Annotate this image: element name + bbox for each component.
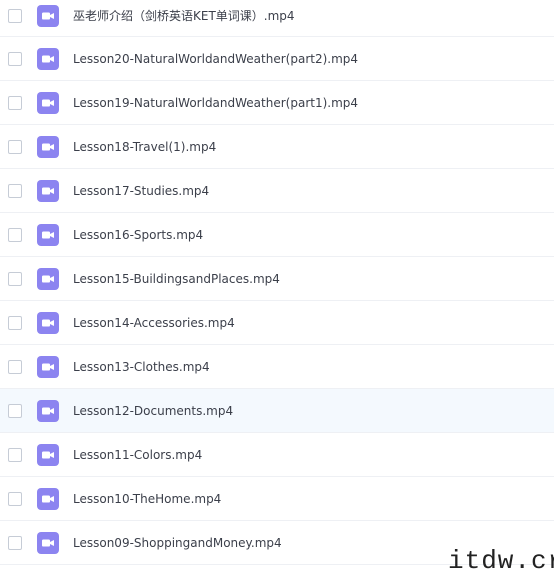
checkbox[interactable] [8, 491, 22, 506]
file-row[interactable]: Lesson18-Travel(1).mp4 [0, 125, 554, 169]
file-name[interactable]: Lesson15-BuildingsandPlaces.mp4 [73, 270, 280, 288]
checkbox[interactable] [8, 51, 22, 66]
file-row[interactable]: 巫老师介绍（剑桥英语KET单词课）.mp4 [0, 0, 554, 37]
video-file-icon [37, 399, 59, 422]
file-row[interactable]: Lesson20-NaturalWorldandWeather(part2).m… [0, 37, 554, 81]
checkbox[interactable] [8, 271, 22, 286]
file-name[interactable]: Lesson18-Travel(1).mp4 [73, 138, 216, 156]
video-file-icon [37, 443, 59, 466]
file-name[interactable]: Lesson16-Sports.mp4 [73, 226, 203, 244]
checkbox[interactable] [8, 447, 22, 462]
file-row-hovered[interactable]: Lesson12-Documents.mp4 [0, 389, 554, 433]
file-name[interactable]: Lesson14-Accessories.mp4 [73, 314, 235, 332]
file-name[interactable]: Lesson10-TheHome.mp4 [73, 490, 221, 508]
file-row[interactable]: Lesson14-Accessories.mp4 [0, 301, 554, 345]
file-row[interactable]: Lesson10-TheHome.mp4 [0, 477, 554, 521]
video-file-icon [37, 223, 59, 246]
file-row[interactable]: Lesson11-Colors.mp4 [0, 433, 554, 477]
video-file-icon [37, 47, 59, 70]
file-name[interactable]: Lesson19-NaturalWorldandWeather(part1).m… [73, 94, 358, 112]
file-name[interactable]: Lesson17-Studies.mp4 [73, 182, 209, 200]
checkbox[interactable] [8, 535, 22, 550]
file-name[interactable]: Lesson13-Clothes.mp4 [73, 358, 210, 376]
file-row[interactable]: Lesson16-Sports.mp4 [0, 213, 554, 257]
file-row[interactable]: Lesson13-Clothes.mp4 [0, 345, 554, 389]
video-file-icon [37, 311, 59, 334]
file-name[interactable]: Lesson11-Colors.mp4 [73, 446, 202, 464]
video-file-icon [37, 487, 59, 510]
video-file-icon [37, 135, 59, 158]
checkbox[interactable] [8, 315, 22, 330]
file-name[interactable]: Lesson12-Documents.mp4 [73, 402, 233, 420]
file-row[interactable]: Lesson15-BuildingsandPlaces.mp4 [0, 257, 554, 301]
video-file-icon [37, 179, 59, 202]
video-file-icon [37, 355, 59, 378]
file-name[interactable]: Lesson20-NaturalWorldandWeather(part2).m… [73, 50, 358, 68]
file-list: 巫老师介绍（剑桥英语KET单词课）.mp4 Lesson20-NaturalWo… [0, 0, 554, 565]
checkbox[interactable] [8, 139, 22, 154]
checkbox[interactable] [8, 403, 22, 418]
video-file-icon [37, 531, 59, 554]
file-name[interactable]: 巫老师介绍（剑桥英语KET单词课）.mp4 [73, 7, 295, 25]
file-row[interactable]: Lesson17-Studies.mp4 [0, 169, 554, 213]
video-file-icon [37, 267, 59, 290]
video-file-icon [37, 91, 59, 114]
file-name[interactable]: Lesson09-ShoppingandMoney.mp4 [73, 534, 282, 552]
checkbox[interactable] [8, 9, 22, 23]
checkbox[interactable] [8, 95, 22, 110]
checkbox[interactable] [8, 227, 22, 242]
video-file-icon [37, 5, 59, 27]
checkbox[interactable] [8, 359, 22, 374]
file-row[interactable]: Lesson19-NaturalWorldandWeather(part1).m… [0, 81, 554, 125]
checkbox[interactable] [8, 183, 22, 198]
